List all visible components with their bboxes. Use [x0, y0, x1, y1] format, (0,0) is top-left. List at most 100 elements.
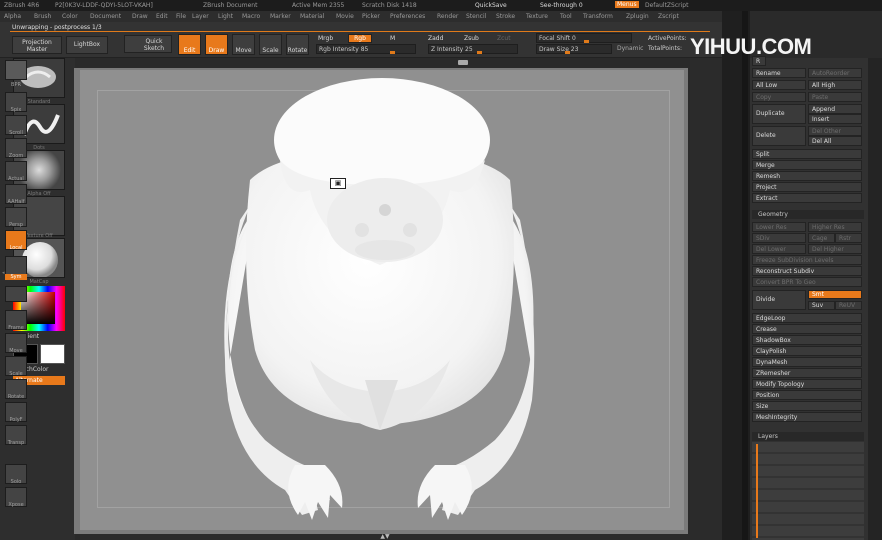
m-toggle[interactable]: M [390, 35, 395, 43]
menu-render[interactable]: Render [437, 13, 458, 20]
lightbox-button[interactable]: LightBox [66, 36, 108, 54]
all-low-button[interactable]: All Low [752, 80, 806, 90]
layers-list[interactable] [752, 442, 864, 540]
paste-button[interactable]: Paste [808, 92, 862, 102]
higher-res-button[interactable]: Higher Res [808, 222, 862, 232]
size-subpalette[interactable]: Size [752, 401, 862, 411]
project-button[interactable]: Project [752, 182, 862, 192]
split-button[interactable]: Split [752, 149, 862, 159]
geometry-header[interactable]: Geometry [752, 210, 864, 219]
menu-movie[interactable]: Movie [336, 13, 354, 20]
shadowbox-subpalette[interactable]: ShadowBox [752, 335, 862, 345]
insert-button[interactable]: Insert [808, 114, 862, 124]
menu-brush[interactable]: Brush [34, 13, 51, 20]
zcut-toggle[interactable]: Zcut [497, 35, 511, 43]
rgb-toggle[interactable]: Rgb [348, 34, 372, 43]
delete-button[interactable]: Delete [752, 126, 806, 146]
scale-button[interactable]: Scale [259, 34, 282, 55]
dynamic-toggle[interactable]: Dynamic [617, 45, 643, 53]
lower-res-button[interactable]: Lower Res [752, 222, 806, 232]
extract-button[interactable]: Extract [752, 193, 862, 203]
append-button[interactable]: Append [808, 104, 862, 114]
creature-model[interactable] [80, 70, 684, 530]
projection-master-button[interactable]: Projection Master [12, 36, 62, 54]
draw-button[interactable]: Draw [205, 34, 228, 55]
z-intensity-slider[interactable]: Z Intensity 25 [428, 44, 518, 54]
all-high-button[interactable]: All High [808, 80, 862, 90]
reconstruct-subdiv-button[interactable]: Reconstruct Subdiv [752, 266, 862, 276]
copy-button[interactable]: Copy [752, 92, 806, 102]
position-subpalette[interactable]: Position [752, 390, 862, 400]
bpr-icon[interactable] [5, 60, 27, 80]
rotate-button[interactable]: Rotate [286, 34, 309, 55]
see-through-slider[interactable]: See-through 0 [540, 2, 583, 9]
suv-toggle[interactable]: Suv [808, 301, 835, 310]
menu-transform[interactable]: Transform [583, 13, 613, 20]
menu-texture[interactable]: Texture [526, 13, 548, 20]
sym-toggle[interactable]: Sym [5, 274, 27, 280]
dynamesh-subpalette[interactable]: DynaMesh [752, 357, 862, 367]
menu-document[interactable]: Document [90, 13, 121, 20]
layers-header[interactable]: Layers [752, 432, 864, 441]
menu-zplugin[interactable]: Zplugin [626, 13, 649, 20]
menu-marker[interactable]: Marker [270, 13, 291, 20]
move-button[interactable]: Move [232, 34, 255, 55]
quick-sketch-button[interactable]: Quick Sketch [124, 35, 172, 53]
del-lower-button[interactable]: Del Lower [752, 244, 806, 254]
slider-knob[interactable] [390, 51, 396, 54]
rgb-intensity-slider[interactable]: Rgb Intensity 85 [316, 44, 416, 54]
menu-stroke[interactable]: Stroke [496, 13, 515, 20]
xyz-icon[interactable] [5, 256, 27, 276]
smt-toggle[interactable]: Smt [808, 290, 862, 299]
menu-draw[interactable]: Draw [132, 13, 148, 20]
cage-button[interactable]: Cage [808, 233, 835, 243]
draw-size-slider[interactable]: Draw Size 23 [536, 44, 612, 54]
menu-material[interactable]: Material [300, 13, 324, 20]
top-scroll-handle[interactable] [458, 60, 468, 65]
claypolish-subpalette[interactable]: ClayPolish [752, 346, 862, 356]
divide-button[interactable]: Divide [752, 290, 806, 310]
duplicate-button[interactable]: Duplicate [752, 104, 806, 124]
menu-stencil[interactable]: Stencil [466, 13, 486, 20]
autoreorder-button[interactable]: AutoReorder [808, 68, 862, 78]
zremesher-subpalette[interactable]: ZRemesher [752, 368, 862, 378]
freeze-subdiv-button[interactable]: Freeze SubDivision Levels [752, 255, 862, 265]
menu-tool[interactable]: Tool [560, 13, 572, 20]
menu-picker[interactable]: Picker [362, 13, 380, 20]
menu-macro[interactable]: Macro [242, 13, 260, 20]
del-all-button[interactable]: Del All [808, 136, 862, 146]
rotate-axis-icon[interactable] [5, 286, 27, 302]
rstr-button[interactable]: Rstr [835, 233, 862, 243]
crease-subpalette[interactable]: Crease [752, 324, 862, 334]
primary-color-swatch[interactable] [40, 344, 65, 364]
modify-topology-subpalette[interactable]: Modify Topology [752, 379, 862, 389]
merge-button[interactable]: Merge [752, 160, 862, 170]
edgeloop-subpalette[interactable]: EdgeLoop [752, 313, 862, 323]
meshintegrity-subpalette[interactable]: MeshIntegrity [752, 412, 862, 422]
reuv-button[interactable]: ReUV [835, 301, 862, 310]
quicksave-button[interactable]: QuickSave [475, 2, 507, 9]
slider-knob[interactable] [476, 51, 482, 54]
menu-alpha[interactable]: Alpha [4, 13, 21, 20]
remesh-button[interactable]: Remesh [752, 171, 862, 181]
palette-scrollbar[interactable] [742, 11, 748, 540]
menu-light[interactable]: Light [218, 13, 233, 20]
sdiv-slider[interactable]: SDiv [752, 233, 806, 243]
slider-knob[interactable] [583, 40, 589, 43]
convert-bpr-button[interactable]: Convert BPR To Geo [752, 277, 862, 287]
mrgb-toggle[interactable]: Mrgb [318, 35, 333, 43]
edit-button[interactable]: Edit [178, 34, 201, 55]
menu-preferences[interactable]: Preferences [390, 13, 425, 20]
rename-button[interactable]: Rename [752, 68, 806, 78]
menu-file[interactable]: File [176, 13, 186, 20]
menu-edit[interactable]: Edit [156, 13, 168, 20]
zadd-toggle[interactable]: Zadd [428, 35, 443, 43]
del-other-button[interactable]: Del Other [808, 126, 862, 136]
focal-shift-slider[interactable]: Focal Shift 0 [536, 33, 632, 43]
menus-toggle[interactable]: Menus [615, 1, 639, 8]
del-higher-button[interactable]: Del Higher [808, 244, 862, 254]
bottom-scroll-arrow[interactable]: ▲▼ [370, 533, 400, 540]
slider-knob[interactable] [565, 51, 571, 54]
zsub-toggle[interactable]: Zsub [464, 35, 479, 43]
menu-color[interactable]: Color [62, 13, 78, 20]
